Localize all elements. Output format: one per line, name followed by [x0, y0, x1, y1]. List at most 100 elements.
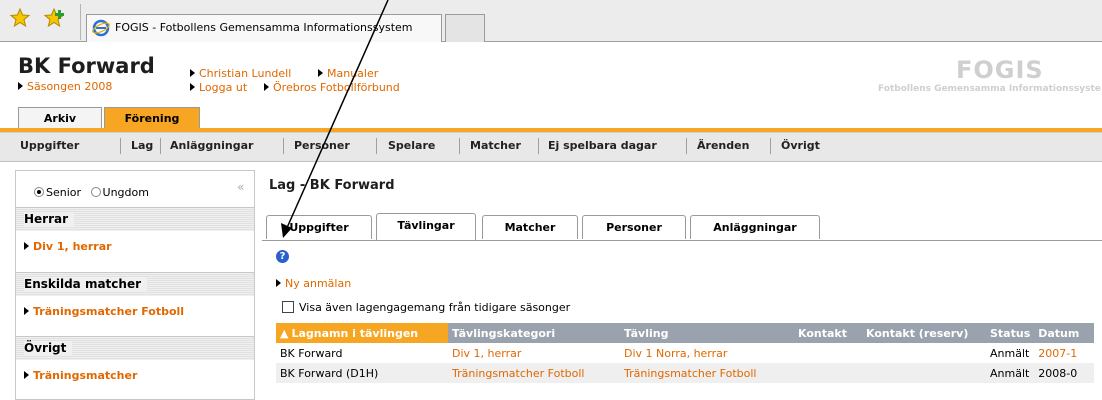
table-row: BK Forward (D1H) Träningsmatcher Fotboll…: [276, 363, 1095, 383]
subnav-separator: [459, 138, 460, 154]
tab-forening[interactable]: Förening: [104, 107, 200, 129]
internet-explorer-icon: [92, 19, 110, 37]
tab-arkiv[interactable]: Arkiv: [18, 107, 102, 129]
column-header-kontakt[interactable]: Kontakt: [794, 323, 862, 343]
cell-competition-link[interactable]: Träningsmatcher Fotboll: [620, 363, 794, 383]
fogis-logo-subtitle: Fotbollens Gemensamma Informationssyste: [878, 84, 1101, 94]
sidebar-section-title: Enskilda matcher: [24, 277, 148, 291]
level-radio-group: Senior Ungdom: [34, 186, 149, 199]
cell-date: 2008-0: [1034, 363, 1095, 383]
sidebar-section-title: Övrigt: [24, 341, 73, 355]
subnav-separator: [120, 138, 121, 154]
column-header-lagnamn[interactable]: ▲ Lagnamn i tävlingen: [276, 323, 448, 343]
arrow-right-icon: [190, 69, 195, 77]
show-previous-checkbox[interactable]: [282, 301, 294, 313]
show-previous-seasons: Visa även lagengagemang från tidigare sä…: [282, 301, 570, 314]
subnav-separator: [686, 138, 687, 154]
arrow-right-icon: [190, 83, 195, 91]
table-header-row: ▲ Lagnamn i tävlingen Tävlingskategori Tä…: [276, 323, 1095, 343]
subnav-lag[interactable]: Lag: [131, 139, 153, 152]
new-registration-link[interactable]: Ny anmälan: [276, 277, 351, 290]
column-header-kontakt-reserv[interactable]: Kontakt (reserv): [862, 323, 986, 343]
column-header-datum[interactable]: Datum: [1034, 323, 1095, 343]
tab-uppgifter[interactable]: Uppgifter: [266, 215, 372, 239]
subnav-separator: [283, 138, 284, 154]
arrow-right-icon: [18, 82, 23, 90]
arrow-right-icon: [264, 83, 269, 91]
cell-contact-reserve: [862, 343, 986, 363]
cell-contact: [794, 363, 862, 383]
subnav-separator: [160, 138, 161, 154]
sidebar-item-label: Träningsmatcher Fotboll: [33, 305, 185, 318]
cell-category-link[interactable]: Träningsmatcher Fotboll: [448, 363, 620, 383]
column-header-status[interactable]: Status: [986, 323, 1035, 343]
subnav-uppgifter[interactable]: Uppgifter: [20, 139, 79, 152]
cell-team-name: BK Forward (D1H): [276, 363, 448, 383]
competitions-table: ▲ Lagnamn i tävlingen Tävlingskategori Tä…: [276, 323, 1095, 383]
tab-tavlingar[interactable]: Tävlingar: [376, 213, 476, 241]
show-previous-label: Visa även lagengagemang från tidigare sä…: [299, 301, 571, 314]
arrow-right-icon: [24, 307, 29, 315]
logout-link[interactable]: Logga ut: [190, 81, 247, 94]
radio-senior[interactable]: [34, 187, 44, 197]
radio-youth-label: Ungdom: [102, 186, 149, 199]
add-favorite-icon[interactable]: [44, 8, 68, 28]
subnav-ovrigt[interactable]: Övrigt: [781, 139, 820, 152]
season-label: Säsongen 2008: [27, 80, 113, 93]
club-name: BK Forward: [18, 54, 155, 78]
radio-senior-label: Senior: [46, 186, 82, 199]
column-header-kategori[interactable]: Tävlingskategori: [448, 323, 620, 343]
subnav-matcher[interactable]: Matcher: [470, 139, 521, 152]
browser-tab-title: FOGIS - Fotbollens Gemensamma Informatio…: [115, 21, 413, 34]
sidebar-section-title: Herrar: [24, 212, 75, 226]
cell-contact: [794, 343, 862, 363]
cell-category-link[interactable]: Div 1, herrar: [448, 343, 620, 363]
sidebar-item-label: Div 1, herrar: [33, 240, 112, 253]
subnav-personer[interactable]: Personer: [294, 139, 350, 152]
new-registration-label: Ny anmälan: [285, 277, 352, 290]
cell-date-link[interactable]: 2007-1: [1034, 343, 1094, 363]
subnav-ej-spelbara-dagar[interactable]: Ej spelbara dagar: [548, 139, 657, 152]
favorites-star-icon[interactable]: [10, 8, 30, 28]
subnav-separator: [538, 138, 539, 154]
browser-tab[interactable]: FOGIS - Fotbollens Gemensamma Informatio…: [86, 14, 442, 42]
cell-competition-link[interactable]: Div 1 Norra, herrar: [620, 343, 794, 363]
season-link[interactable]: Säsongen 2008: [18, 80, 112, 93]
user-label: Christian Lundell: [199, 67, 292, 80]
subnav-separator: [376, 138, 377, 154]
radio-youth[interactable]: [90, 187, 101, 197]
cell-status: Anmält: [990, 346, 1030, 360]
federation-link[interactable]: Örebros Fotbollförbund: [264, 81, 400, 94]
subnav-spelare[interactable]: Spelare: [388, 139, 435, 152]
page-title: Lag - BK Forward: [269, 178, 395, 193]
user-link[interactable]: Christian Lundell: [190, 67, 291, 80]
tab-personer[interactable]: Personer: [582, 215, 686, 239]
sidebar-item-div1-herrar[interactable]: Div 1, herrar: [24, 240, 112, 253]
arrow-right-icon: [24, 242, 29, 250]
federation-label: Örebros Fotbollförbund: [273, 81, 400, 94]
collapse-sidebar-button[interactable]: «: [237, 180, 244, 194]
sort-up-icon: ▲: [280, 326, 289, 340]
arrow-right-icon: [318, 69, 323, 77]
arrow-right-icon: [24, 371, 29, 379]
column-header-label: Lagnamn i tävlingen: [291, 326, 419, 340]
column-header-tavling[interactable]: Tävling: [620, 323, 794, 343]
tab-anlaggningar[interactable]: Anläggningar: [690, 215, 820, 239]
subnav-arenden[interactable]: Ärenden: [697, 139, 749, 152]
sidebar-item-label: Träningsmatcher: [33, 369, 138, 382]
tab-matcher[interactable]: Matcher: [482, 215, 578, 239]
sidebar-item-traningsmatcher[interactable]: Träningsmatcher: [24, 369, 137, 382]
help-icon[interactable]: ?: [276, 250, 289, 263]
new-tab-button[interactable]: [445, 14, 485, 42]
sidebar-item-traningsmatcher-fotboll[interactable]: Träningsmatcher Fotboll: [24, 305, 184, 318]
cell-team-name: BK Forward: [280, 346, 343, 360]
fogis-logo: FOGIS: [956, 56, 1044, 84]
cell-contact-reserve: [862, 363, 986, 383]
logout-label: Logga ut: [199, 81, 248, 94]
arrow-right-icon: [276, 279, 281, 287]
content-tab-underline: [262, 240, 1102, 241]
tab-separator: [80, 4, 81, 40]
subnav-anlaggningar[interactable]: Anläggningar: [170, 139, 253, 152]
subnav-separator: [770, 138, 771, 154]
manual-link[interactable]: Manualer: [318, 67, 378, 80]
